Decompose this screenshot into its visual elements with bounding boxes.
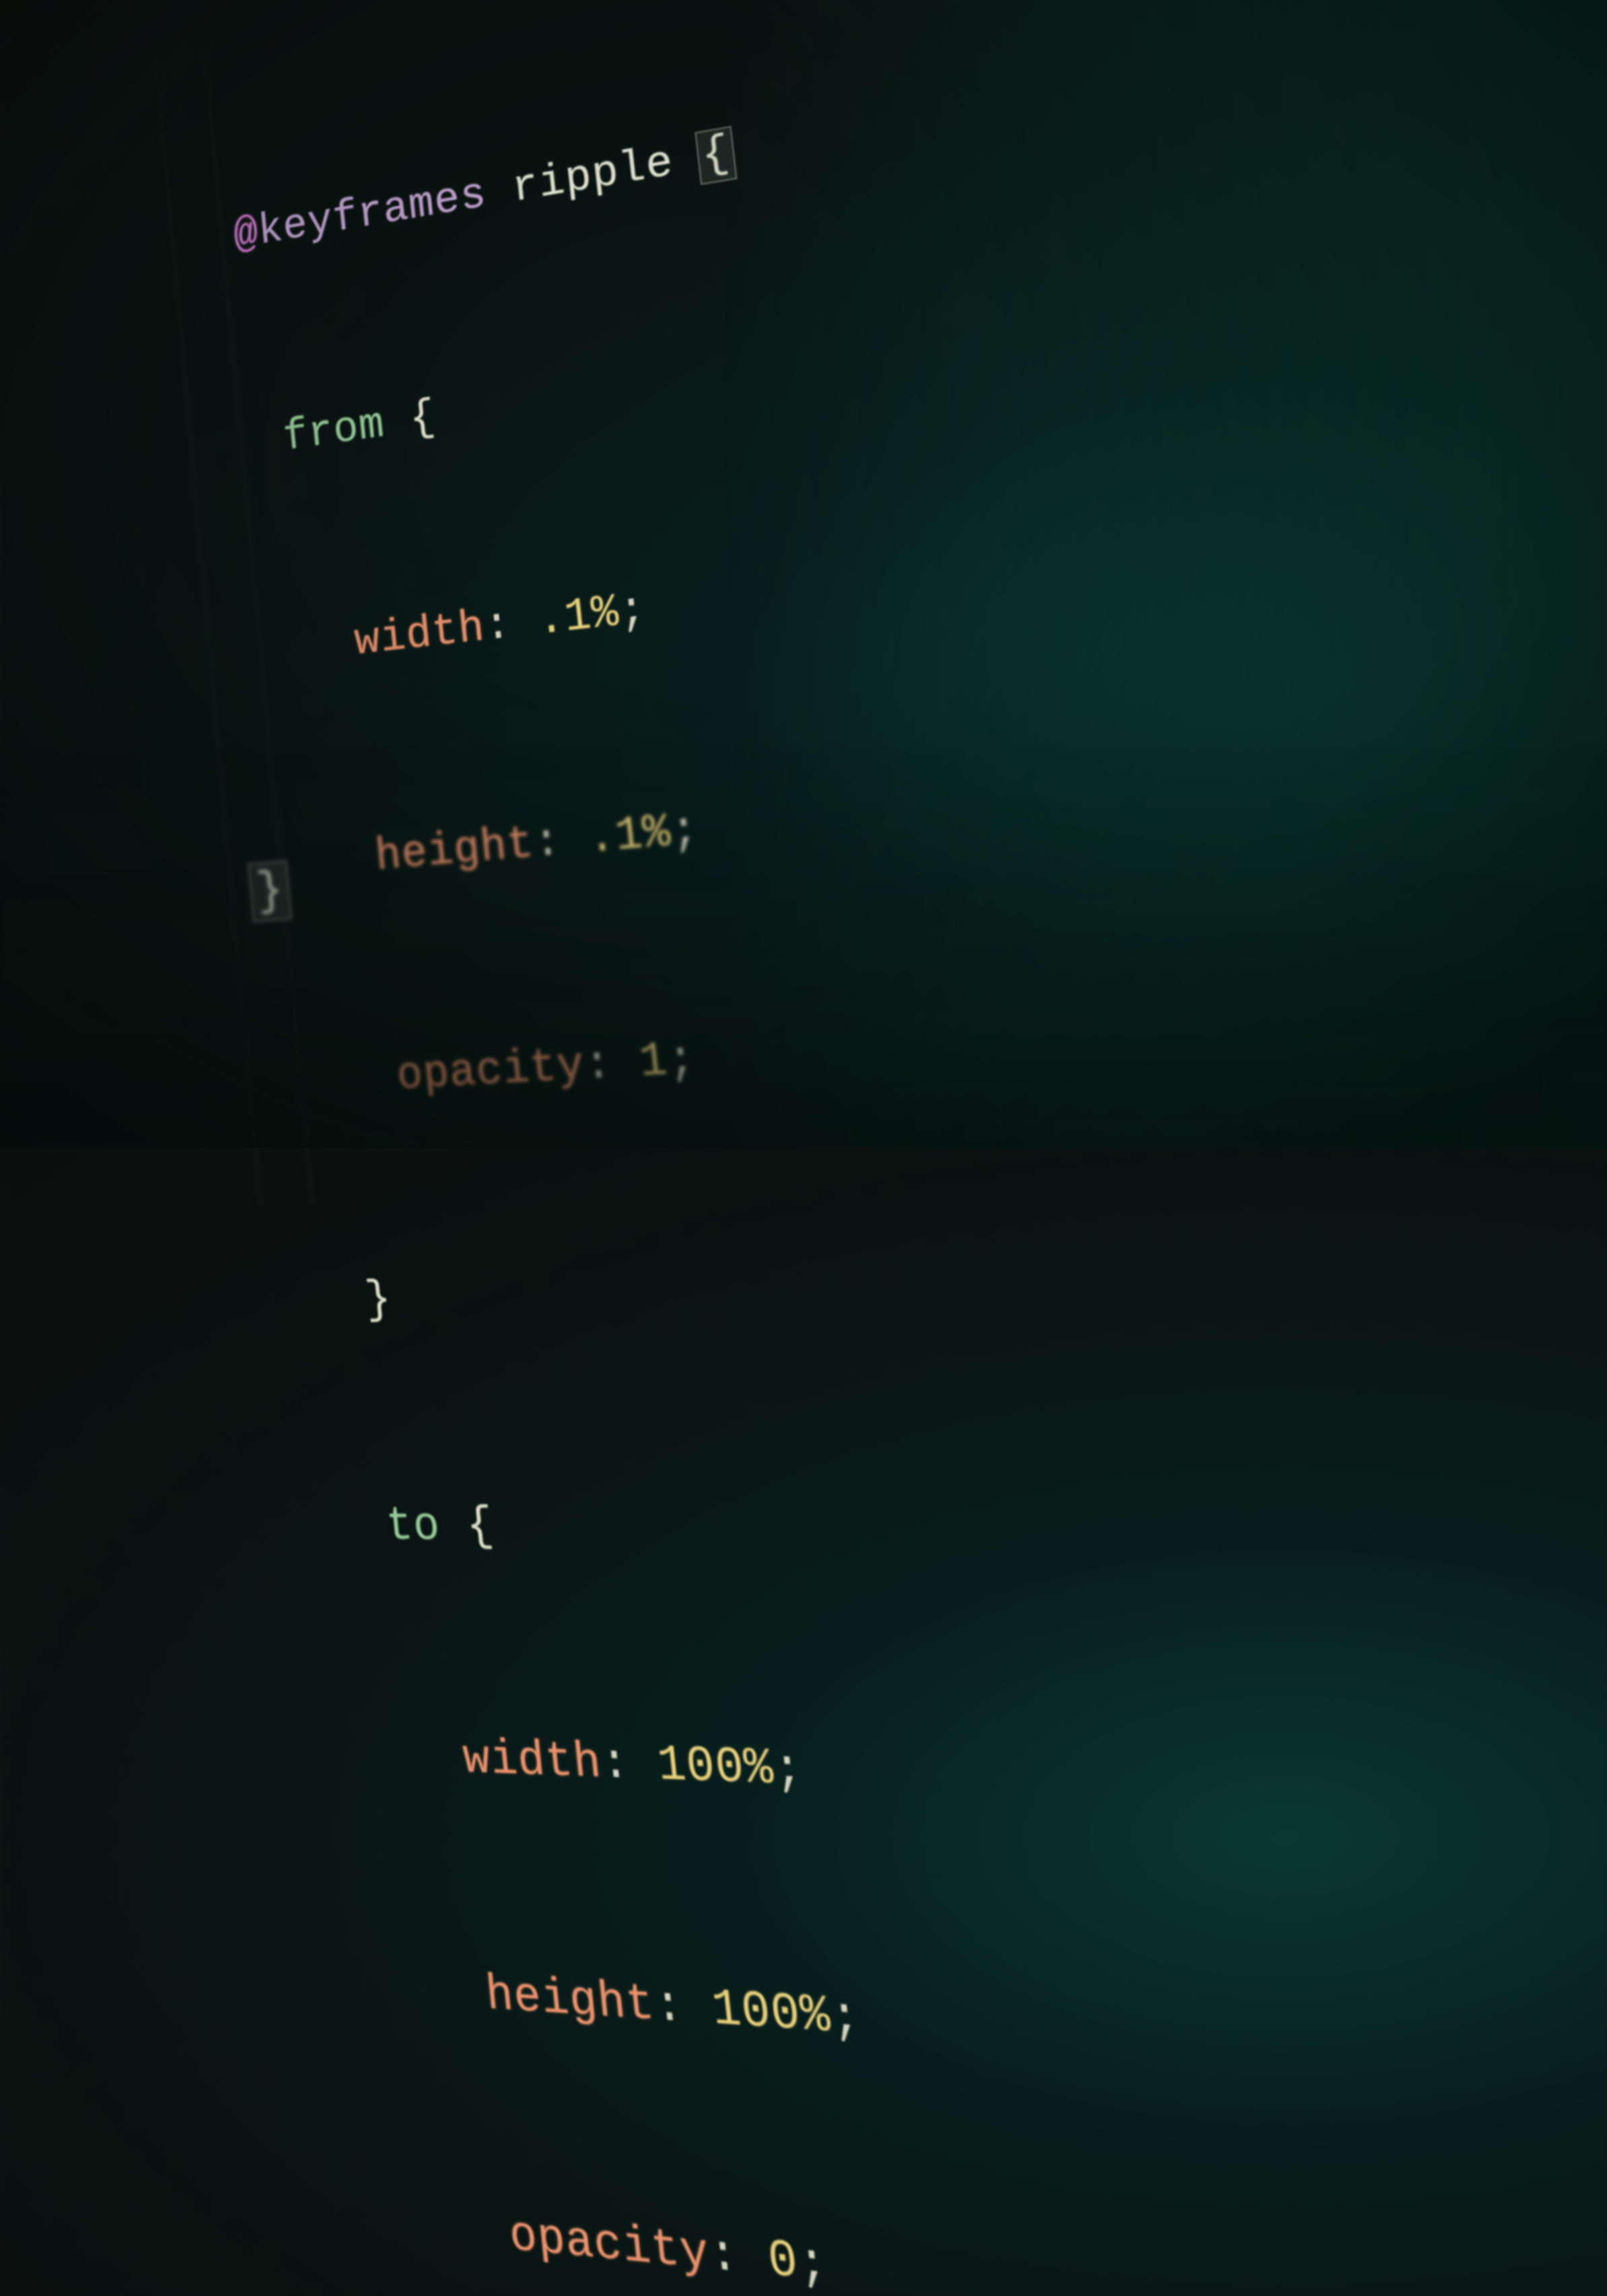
code-line-7: to {: [352, 1493, 895, 1567]
property-token: height: [373, 819, 537, 883]
colon-token: :: [598, 1736, 632, 1793]
value-token: .1%: [535, 587, 622, 647]
code-line-9: height: 100%;: [395, 1954, 952, 2065]
semicolon-token: ;: [827, 1988, 863, 2048]
gutter-line: [15, 158, 105, 259]
semicolon-token: ;: [771, 1742, 806, 1799]
code-line-10: opacity: 0;: [417, 2191, 982, 2296]
selector-token: from: [281, 400, 387, 462]
selector-token: to: [384, 1501, 443, 1554]
code-line-8: width: 100%;: [373, 1721, 923, 1813]
keyword-token: keyframes: [256, 170, 489, 257]
code-line-4: height: .1%;: [290, 787, 813, 898]
semicolon-token: ;: [668, 804, 702, 859]
semicolon-token: ;: [795, 2234, 831, 2296]
property-token: opacity: [507, 2208, 712, 2284]
code-content[interactable]: @keyframes ripple { from { width: .1%; h…: [219, 0, 1034, 2296]
open-brace: {: [464, 1501, 497, 1554]
gutter-line: [22, 245, 112, 346]
semicolon-token: ;: [665, 1034, 699, 1088]
property-token: width: [353, 603, 487, 668]
code-line-1: @keyframes ripple {: [231, 120, 735, 268]
property-token: width: [461, 1732, 604, 1791]
value-token: .1%: [585, 807, 674, 866]
open-brace: {: [408, 392, 439, 445]
gutter-line: [44, 509, 136, 609]
code-line-6: }: [330, 1252, 867, 1336]
code-editor[interactable]: @keyframes ripple { from { width: .1%; h…: [0, 0, 1607, 1214]
gutter-line: [8, 73, 98, 174]
property-token: opacity: [394, 1040, 587, 1103]
colon-token: :: [707, 2226, 742, 2287]
close-brace-highlight: }: [248, 861, 292, 923]
colon-token: :: [581, 1038, 614, 1093]
colon-token: :: [482, 600, 513, 653]
line-number-gutter: [8, 73, 190, 1214]
property-token: height: [484, 1968, 658, 2034]
semicolon-token: ;: [616, 584, 649, 639]
gutter-line: [30, 332, 120, 433]
gutter-line: [52, 599, 144, 698]
code-line-5: opacity: 1;: [310, 1017, 840, 1115]
colon-token: :: [652, 1978, 687, 2036]
colon-token: :: [531, 816, 563, 870]
identifier-token: ripple: [510, 138, 676, 215]
value-token: 100%: [655, 1738, 777, 1798]
code-line-3: width: .1%;: [270, 561, 786, 684]
gutter-line: [37, 421, 129, 521]
close-brace: }: [363, 1275, 394, 1327]
value-token: 100%: [709, 1982, 834, 2047]
code-line-2: from {: [250, 338, 760, 475]
open-brace-highlight: {: [695, 127, 738, 186]
